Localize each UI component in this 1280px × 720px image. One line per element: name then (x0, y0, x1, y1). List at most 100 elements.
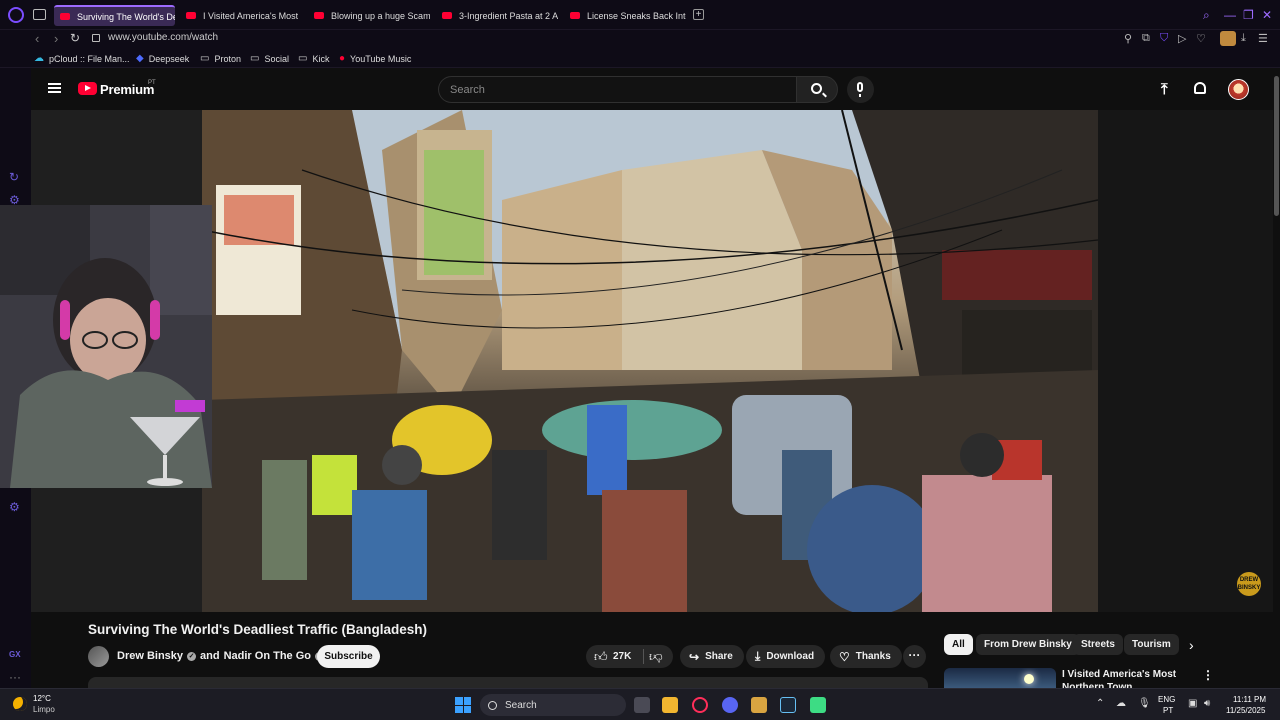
account-avatar[interactable] (1228, 79, 1249, 100)
bookmark-deepseek[interactable]: ◆ Deepseek (136, 53, 189, 64)
channel-avatar[interactable] (88, 646, 109, 667)
back-icon[interactable]: ‹ (35, 31, 39, 46)
youtube-favicon-icon (186, 12, 196, 19)
weather-description[interactable]: Limpo (33, 705, 55, 714)
thumbs-up-icon[interactable]: 👍︎ (594, 649, 608, 665)
page-scrollbar[interactable] (1273, 68, 1280, 688)
thumbs-down-icon[interactable]: 👍︎ (649, 649, 663, 665)
youtube-logo-icon[interactable] (78, 82, 97, 95)
recommendation-thumbnail[interactable] (944, 668, 1056, 688)
bookmark-proton[interactable]: ▭ Proton (200, 53, 241, 64)
browser-tab[interactable]: Blowing up a huge Scam (308, 5, 430, 26)
game-app-icon[interactable] (751, 697, 767, 713)
network-icon[interactable]: ▣ (1188, 698, 1197, 709)
recommendation-menu-icon[interactable]: ⋮ (1202, 668, 1214, 682)
minimize-icon[interactable]: — (1224, 8, 1236, 22)
voice-search-button[interactable] (847, 76, 874, 103)
browser-tab[interactable]: License Sneaks Back Into (564, 5, 686, 26)
search-button[interactable] (796, 76, 838, 103)
url-field[interactable]: www.youtube.com/watch (108, 32, 218, 43)
chip-from-channel[interactable]: From Drew Binsky (976, 634, 1080, 655)
opera-gx-taskbar-icon[interactable] (692, 697, 708, 713)
channel-secondary-name[interactable]: Nadir On The Go (224, 650, 311, 662)
tray-overflow-icon[interactable]: ⌃ (1096, 698, 1104, 709)
profile-icon[interactable] (1220, 31, 1236, 46)
close-icon[interactable]: ✕ (1262, 8, 1272, 22)
language-indicator[interactable]: ENG (1158, 695, 1175, 704)
bookmark-youtube-music[interactable]: ● YouTube Music (339, 53, 411, 64)
recommendation-title[interactable]: I Visited America's Most Northern Town (1062, 668, 1202, 688)
like-count[interactable]: 27K (613, 651, 631, 662)
download-button[interactable]: ⤓ Download (746, 645, 826, 668)
search-tabs-icon[interactable]: ⌕ (1203, 8, 1210, 23)
player-ambient-right (1098, 110, 1273, 612)
weather-moon-icon[interactable] (13, 697, 27, 711)
tab-switcher-icon[interactable] (33, 9, 46, 20)
subscribe-button[interactable]: Subscribe (317, 645, 380, 668)
forward-icon[interactable]: › (54, 31, 58, 46)
clock-time[interactable]: 11:11 PM (1233, 695, 1266, 704)
tray-cloud-icon[interactable]: ☁ (1116, 698, 1126, 709)
search-input[interactable]: Search (438, 76, 796, 103)
weather-temperature[interactable]: 12°C (33, 694, 51, 703)
clock-date[interactable]: 11/25/2025 (1226, 706, 1265, 715)
upload-icon[interactable]: ⤒ (1161, 81, 1168, 98)
history-icon[interactable]: ↻ (9, 170, 19, 184)
chevron-right-icon[interactable]: › (1189, 637, 1194, 653)
snapshot-icon[interactable]: ⧉ (1142, 32, 1150, 45)
scrollbar-thumb[interactable] (1274, 76, 1279, 216)
channel-names[interactable]: Drew Binsky ✓ and Nadir On The Go ✓ (117, 650, 324, 662)
folder-icon: ▭ (298, 53, 308, 64)
more-icon[interactable]: ··· (9, 670, 21, 684)
menu-icon[interactable] (48, 83, 61, 93)
more-actions-button[interactable]: ··· (903, 645, 926, 668)
channel-watermark-badge[interactable]: DREW BINSKY (1237, 572, 1261, 596)
bookmark-pcloud[interactable]: ☁ pCloud :: File Man... (34, 53, 130, 64)
browser-tab-active[interactable]: Surviving The World's De (54, 5, 175, 26)
easy-setup-icon[interactable]: ☰ (1258, 32, 1268, 45)
chip-streets[interactable]: Streets (1073, 634, 1123, 655)
download-icon[interactable]: ⤓ (1241, 32, 1246, 45)
share-button[interactable]: ↪ Share (680, 645, 744, 668)
notifications-bell-icon[interactable] (1194, 82, 1206, 94)
webcam-overlay (0, 205, 212, 488)
heart-icon[interactable]: ♡ (1196, 32, 1206, 45)
tray-microphone-icon[interactable]: 🎙︎ (1138, 698, 1151, 709)
region-indicator[interactable]: PT (1163, 706, 1173, 715)
volume-icon[interactable]: 🔊︎ (1204, 698, 1210, 709)
new-tab-button[interactable]: + (693, 9, 704, 20)
youtube-favicon-icon (570, 12, 580, 19)
gx-corner-icon[interactable]: GX (9, 650, 21, 659)
reload-icon[interactable]: ↻ (70, 31, 80, 45)
settings-icon[interactable]: ⚙ (9, 500, 20, 514)
pin-icon[interactable]: ⚲ (1124, 32, 1132, 45)
bookmark-social[interactable]: ▭ Social (250, 53, 289, 64)
search-icon (811, 83, 822, 94)
description-box[interactable] (88, 677, 928, 688)
browser-tab[interactable]: 3-Ingredient Pasta at 2 A (436, 5, 558, 26)
browser-tab[interactable]: I Visited America's Most (180, 5, 300, 26)
task-view-icon[interactable] (634, 697, 650, 713)
bookmark-kick[interactable]: ▭ Kick (298, 53, 329, 64)
thanks-heart-dollar-icon: ♡ (839, 649, 850, 664)
channel-joiner: and (200, 650, 220, 662)
address-bar: ‹ › ↻ www.youtube.com/watch ⚲ ⧉ ⛉ ▷ ♡ ⤓ … (0, 30, 1280, 50)
video-frame[interactable] (202, 110, 1098, 612)
discord-icon[interactable] (722, 697, 738, 713)
shield-icon[interactable]: ⛉ (1160, 32, 1168, 45)
chip-tourism[interactable]: Tourism (1124, 634, 1179, 655)
chip-all[interactable]: All (944, 634, 973, 655)
cloud-icon: ☁ (34, 53, 44, 64)
tab-title: 3-Ingredient Pasta at 2 A (459, 10, 558, 21)
maximize-icon[interactable]: ❐ (1243, 8, 1254, 22)
channel-primary-name[interactable]: Drew Binsky (117, 650, 183, 662)
taskbar-search[interactable]: Search (480, 694, 626, 716)
opera-gx-logo-icon[interactable] (8, 7, 24, 23)
file-explorer-icon[interactable] (662, 697, 678, 713)
youtube-premium-wordmark[interactable]: Premium (100, 82, 154, 97)
start-windows-icon[interactable] (455, 697, 471, 713)
app-icon[interactable] (810, 697, 826, 713)
thanks-button[interactable]: ♡ Thanks (830, 645, 902, 668)
play-icon[interactable]: ▷ (1178, 32, 1186, 45)
steam-icon[interactable] (780, 697, 796, 713)
